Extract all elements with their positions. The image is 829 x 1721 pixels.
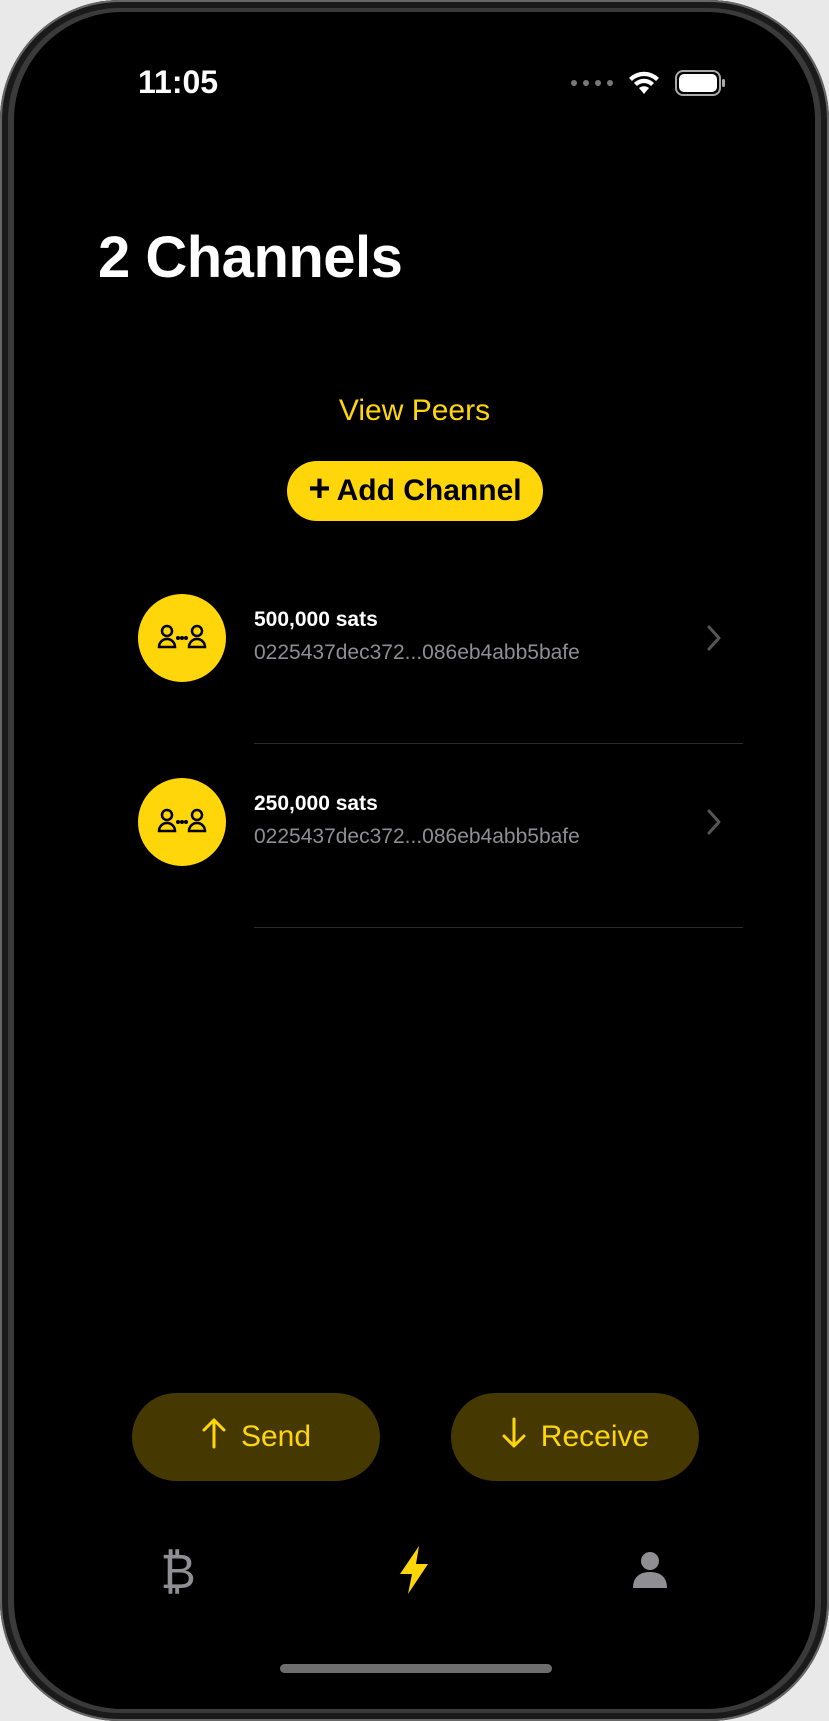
channel-amount: 500,000 sats [254,608,378,631]
status-time: 11:05 [138,64,219,100]
channel-node-id: 0225437dec372...086eb4abb5bafe [254,641,580,664]
chevron-right-icon [706,808,722,841]
receive-button[interactable]: Receive [451,1393,699,1481]
peers-icon [138,594,226,682]
receive-label: Receive [540,1420,650,1453]
add-channel-button[interactable]: + Add Channel [287,461,543,521]
channel-row[interactable]: 250,000 sats 0225437dec372...086eb4abb5b… [14,744,815,928]
battery-icon [675,70,727,96]
add-channel-label: Add Channel [336,474,522,507]
wifi-icon [627,70,661,96]
arrow-down-icon [501,1417,527,1457]
tab-profile[interactable] [620,1542,680,1602]
channel-amount: 250,000 sats [254,792,378,815]
chevron-right-icon [706,624,722,657]
arrow-up-icon [201,1417,227,1457]
channel-node-id: 0225437dec372...086eb4abb5bafe [254,825,580,848]
channel-row[interactable]: 500,000 sats 0225437dec372...086eb4abb5b… [14,560,815,744]
bitcoin-icon: ₿ [160,1545,196,1599]
device-frame: 11:05 2 Channels View Peers + Add Channe… [0,0,829,1721]
peers-icon [138,778,226,866]
status-icons [571,70,727,96]
send-label: Send [240,1420,312,1453]
tab-lightning[interactable] [384,1542,444,1602]
view-peers-link[interactable]: View Peers [14,394,815,428]
person-icon [631,1550,669,1595]
row-divider [254,927,743,928]
cellular-icon [571,80,613,86]
tab-wallet[interactable]: ₿ [148,1542,208,1602]
plus-icon: + [308,468,331,510]
page-title: 2 Channels [98,225,403,290]
home-indicator [280,1664,552,1673]
lightning-icon [397,1545,431,1600]
screen: 11:05 2 Channels View Peers + Add Channe… [14,12,815,1709]
send-button[interactable]: Send [132,1393,380,1481]
